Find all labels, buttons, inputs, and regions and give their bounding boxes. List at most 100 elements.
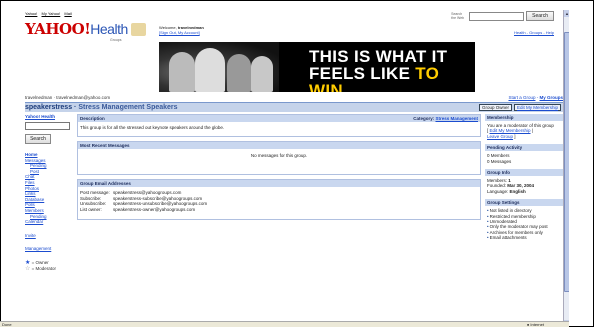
logo-groups-subtitle: Groups [110, 38, 122, 42]
vertical-scrollbar[interactable]: ▲ ▼ [563, 10, 569, 327]
globe-icon: ● [526, 322, 530, 327]
recent-messages-empty: No messages for this group. [250, 153, 308, 158]
email-row-key: List owner: [80, 206, 102, 212]
membership-header: Membership [485, 114, 563, 121]
group-info-header: Group Info [485, 169, 563, 177]
pending-activity-header: Pending Activity [485, 144, 563, 152]
description-title: Description [80, 116, 105, 121]
start-group-link[interactable]: Start a Group [508, 95, 535, 100]
group-nav: Home Messages Pending Post Chat Files Ph… [25, 152, 73, 260]
banner-headline-line1: THIS IS WHAT IT [309, 47, 448, 66]
group-info-body: Members: 1 Founded: Mar 30, 2004 Languag… [485, 176, 563, 196]
welcome-block: Welcome, travelnedman [Sign Out, My Acco… [159, 25, 204, 35]
group-actions: Start a Group - My Groups [508, 95, 563, 100]
description-box: Description Category: Stress Management … [77, 114, 481, 137]
group-title-bar: speakerstress · Stress Management Speake… [25, 102, 563, 112]
left-sidebar: Yahoo! Health Search Home Messages Pendi… [25, 114, 73, 327]
web-search-input[interactable] [469, 11, 525, 21]
nav-gap [25, 238, 73, 246]
yahoo-health-link[interactable]: Yahoo! Health [25, 114, 73, 119]
info-members-value: 1 [508, 178, 511, 184]
status-text: Done [2, 322, 12, 327]
email-addresses-header: Group Email Addresses [78, 180, 480, 187]
description-text: This group is for all the stressed out k… [80, 125, 225, 130]
owner-controls: Group Owner Edit My Membership [478, 104, 561, 111]
main-content: Description Category: Stress Management … [77, 114, 481, 327]
nav-gap [25, 225, 73, 233]
logo-health-text: Health [90, 21, 128, 37]
banner-headline-line2: FEELS LIKE TO WIN. [309, 65, 475, 92]
user-line: travelnedman · travelnedman@yahoo.com [25, 95, 111, 100]
group-name: speakerstress [25, 104, 73, 111]
group-description-title: Stress Management Speakers [78, 104, 178, 111]
group-owner-badge: Group Owner [478, 104, 512, 111]
info-founded-label: Founded: [487, 183, 507, 189]
legend-owner-label: = Owner [31, 259, 49, 265]
category: Category: Stress Management [413, 115, 478, 122]
info-language-value: English [509, 188, 526, 194]
email-row-value[interactable]: speakerstress-owner@yahoogroups.com [113, 207, 195, 213]
group-settings-block: Group Settings Not listed in directory R… [485, 199, 563, 242]
group-info-block: Group Info Members: 1 Founded: Mar 30, 2… [485, 169, 563, 196]
recent-messages-box: Most Recent Messages No messages for thi… [77, 141, 481, 175]
email-addresses-body: Post message: speakerstress@yahoogroups.c… [78, 187, 480, 219]
account-links[interactable]: [Sign Out, My Account] [159, 30, 200, 35]
logo-yahoo-text: YAHOO! [25, 20, 91, 38]
web-search: Search the Web Search [451, 11, 554, 21]
top-nav: Yahoo! My Yahoo! Mail [25, 11, 75, 16]
top-nav-link-my-yahoo[interactable]: My Yahoo! [42, 11, 61, 16]
legend-moderator-label: = Moderator [31, 265, 57, 271]
info-language: Language: English [487, 189, 561, 194]
yahoo-health-logo[interactable]: YAHOO!Health [25, 20, 128, 38]
edit-membership-link[interactable]: Edit My Membership [517, 105, 558, 110]
top-nav-link-mail[interactable]: Mail [64, 11, 71, 16]
banner-player-figure [251, 56, 273, 92]
info-language-label: Language: [487, 188, 509, 194]
banner-player-figure [227, 54, 251, 92]
leave-group-link[interactable]: Leave Group [487, 134, 513, 139]
web-search-label: Search the Web [451, 12, 465, 20]
scrollbar-thumb[interactable] [564, 32, 569, 292]
membership-block: Membership You are a moderator of this g… [485, 114, 563, 141]
security-zone: ● Internet [527, 322, 544, 327]
category-link[interactable]: Stress Management [435, 116, 478, 121]
membership-body: You are a moderator of this group [ Edit… [485, 121, 563, 141]
zone-label: Internet [530, 322, 544, 327]
health-logo-icon [131, 23, 146, 36]
setting-item: Email attachments [487, 235, 561, 240]
nav-gap [25, 252, 73, 260]
banner-player-figure [195, 48, 225, 92]
recent-messages-header: Most Recent Messages [78, 142, 480, 149]
legend-moderator: ☆ = Moderator [25, 266, 73, 272]
info-members-label: Members: [487, 178, 508, 184]
edit-membership-sidebar-link[interactable]: Edit My Membership [490, 128, 531, 133]
scroll-up-arrow-icon[interactable]: ▲ [564, 10, 569, 17]
category-label: Category: [413, 116, 435, 121]
group-search-button[interactable]: Search [25, 134, 51, 144]
pending-activity-block: Pending Activity 0 Members 0 Messages [485, 144, 563, 166]
my-groups-link[interactable]: My Groups [539, 95, 563, 100]
info-founded-value: Mar 30, 2004 [507, 183, 535, 189]
status-bar: Done ● Internet [0, 321, 569, 327]
advertisement-banner[interactable]: THIS IS WHAT IT FEELS LIKE TO WIN. [159, 42, 475, 92]
pending-activity-body: 0 Members 0 Messages [485, 151, 563, 166]
group-settings-body: Not listed in directory Restricted membe… [485, 206, 563, 242]
pending-messages: 0 Messages [487, 158, 512, 164]
edit-membership-box: Edit My Membership [513, 104, 561, 111]
banner-player-figure [169, 52, 195, 92]
moderator-star-icon: ☆ [25, 265, 31, 272]
membership-links: [ Edit My Membership | Leave Group ] [487, 128, 533, 139]
group-settings-header: Group Settings [485, 199, 563, 207]
email-addresses-box: Group Email Addresses Post message: speak… [77, 179, 481, 220]
top-right-links[interactable]: Health - Groups - Help [514, 30, 554, 35]
email-row: List owner: speakerstress-owner@yahoogrou… [80, 207, 478, 213]
group-search-input[interactable] [25, 122, 70, 130]
role-legend: ★ = Owner ☆ = Moderator [25, 260, 73, 272]
description-header: Description Category: Stress Management [78, 115, 480, 122]
web-search-button[interactable]: Search [526, 11, 554, 21]
top-nav-link-yahoo[interactable]: Yahoo! [25, 11, 37, 16]
banner-photo [159, 42, 279, 92]
browser-content: Yahoo! My Yahoo! Mail Search the Web Sea… [19, 10, 569, 327]
right-sidebar: Membership You are a moderator of this g… [485, 114, 563, 327]
group-title: speakerstress · Stress Management Speake… [25, 104, 178, 111]
